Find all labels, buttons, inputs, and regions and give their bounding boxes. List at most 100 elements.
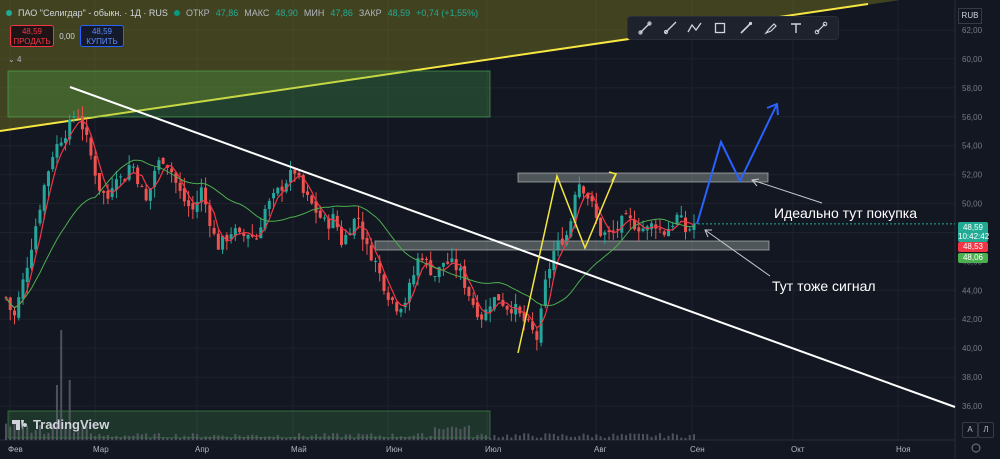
volume-bar	[650, 436, 653, 440]
candle-body	[480, 314, 484, 320]
time-tick-label: Фев	[8, 445, 23, 454]
volume-bar	[629, 433, 632, 440]
volume-bar	[183, 435, 186, 440]
volume-bar	[319, 436, 322, 440]
candle-body	[658, 228, 662, 230]
volume-bar	[259, 436, 262, 440]
candle-body	[331, 213, 335, 228]
candle-body	[80, 116, 84, 130]
candle-body	[289, 170, 293, 183]
rectangle-tool-icon[interactable]	[710, 18, 730, 38]
candle-body	[675, 214, 679, 224]
tradingview-logo[interactable]: TradingView	[12, 417, 109, 432]
log-scale-button[interactable]: Л	[978, 422, 994, 438]
candle-body	[34, 226, 38, 250]
line-tool-icon[interactable]	[635, 18, 655, 38]
candle-body	[671, 225, 675, 227]
candle-body	[365, 238, 369, 245]
buy-annotation: Идеально тут покупка	[774, 205, 917, 221]
volume-bar	[234, 434, 237, 440]
ma2-price-tag: 48,06	[958, 253, 988, 263]
candle-body	[25, 267, 29, 283]
logo-text: TradingView	[33, 417, 110, 432]
settings-gear-icon	[971, 443, 981, 453]
candle-body	[267, 200, 271, 209]
volume-bar	[535, 437, 538, 440]
candle-body	[441, 262, 445, 267]
symbol-title[interactable]: ПАО "Селигдар" - обыкн. · 1Д · RUS	[18, 8, 168, 18]
candle-body	[51, 157, 55, 170]
price-chart[interactable]: 62,0060,0058,0056,0054,0052,0050,0048,00…	[0, 0, 1000, 459]
price-tick-label: 56,00	[962, 113, 983, 122]
volume-bar	[595, 434, 598, 440]
highlighter-tool-icon[interactable]	[761, 18, 781, 38]
volume-bar	[455, 427, 458, 440]
candle-body	[323, 217, 327, 219]
auto-scale-button[interactable]: A	[962, 422, 978, 438]
candle-body	[458, 267, 462, 271]
time-tick-label: Июл	[485, 445, 502, 454]
buy-label: КУПИТЬ	[86, 37, 118, 46]
time-tick-label: Май	[291, 445, 307, 454]
volume-bar	[293, 436, 296, 440]
volume-bar	[217, 435, 220, 440]
volume-bar	[298, 433, 301, 440]
drawing-toolbar	[627, 16, 839, 40]
volume-bar	[357, 433, 360, 440]
volume-bar	[497, 437, 500, 440]
volume-bar	[336, 433, 339, 440]
volume-bar	[306, 437, 309, 440]
path-tool-icon[interactable]	[685, 18, 705, 38]
volume-bar	[268, 436, 271, 440]
candle-body	[12, 310, 16, 316]
candle-body	[390, 297, 394, 301]
volume-bar	[548, 433, 551, 440]
candle-body	[97, 173, 101, 191]
volume-bar	[132, 435, 135, 440]
volume-bar	[272, 436, 275, 440]
volume-bar	[128, 435, 131, 440]
volume-bar	[416, 433, 419, 440]
volume-bar	[510, 437, 513, 440]
buy-button[interactable]: 48,59 КУПИТЬ	[80, 25, 124, 47]
sell-button[interactable]: 48,59 ПРОДАТЬ	[10, 25, 54, 47]
volume-bar	[599, 436, 602, 440]
price-tick-label: 44,00	[962, 286, 983, 295]
volume-bar	[230, 437, 233, 440]
candle-body	[684, 217, 688, 233]
tradingview-logo-icon	[12, 419, 28, 430]
signal-annotation: Тут тоже сигнал	[772, 278, 876, 294]
volume-bar	[174, 434, 177, 440]
candle-body	[637, 227, 641, 232]
volume-bar	[119, 437, 122, 440]
volume-bar	[608, 436, 611, 440]
time-tick-label: Авг	[594, 445, 607, 454]
candle-body	[369, 245, 373, 261]
volume-bar	[693, 434, 695, 440]
fast-moving-average-line	[5, 119, 695, 329]
symbol-header: ПАО "Селигдар" - обыкн. · 1Д · RUS ОТКР 4…	[6, 8, 478, 18]
ray-tool-icon[interactable]	[660, 18, 680, 38]
candle-body	[255, 238, 259, 240]
volume-bar	[310, 435, 313, 440]
volume-bar	[302, 435, 305, 440]
volume-bar	[225, 436, 228, 440]
candle-body	[603, 232, 607, 235]
candle-body	[238, 227, 242, 233]
candle-body	[55, 144, 59, 158]
brush-tool-icon[interactable]	[736, 18, 756, 38]
currency-selector[interactable]: RUB	[958, 8, 982, 24]
candle-body	[102, 191, 106, 193]
candle-body	[662, 231, 666, 235]
time-tick-label: Июн	[386, 445, 402, 454]
candle-body	[131, 166, 135, 168]
volume-bar	[196, 434, 199, 440]
volume-bar	[166, 437, 169, 440]
measure-tool-icon[interactable]	[811, 18, 831, 38]
volume-bar	[208, 436, 211, 440]
volume-bar	[382, 436, 385, 440]
text-tool-icon[interactable]	[786, 18, 806, 38]
indicators-toggle[interactable]: ⌄ 4	[8, 55, 21, 64]
last-price-value: 48,59	[962, 223, 984, 232]
time-tick-label: Сен	[690, 445, 705, 454]
